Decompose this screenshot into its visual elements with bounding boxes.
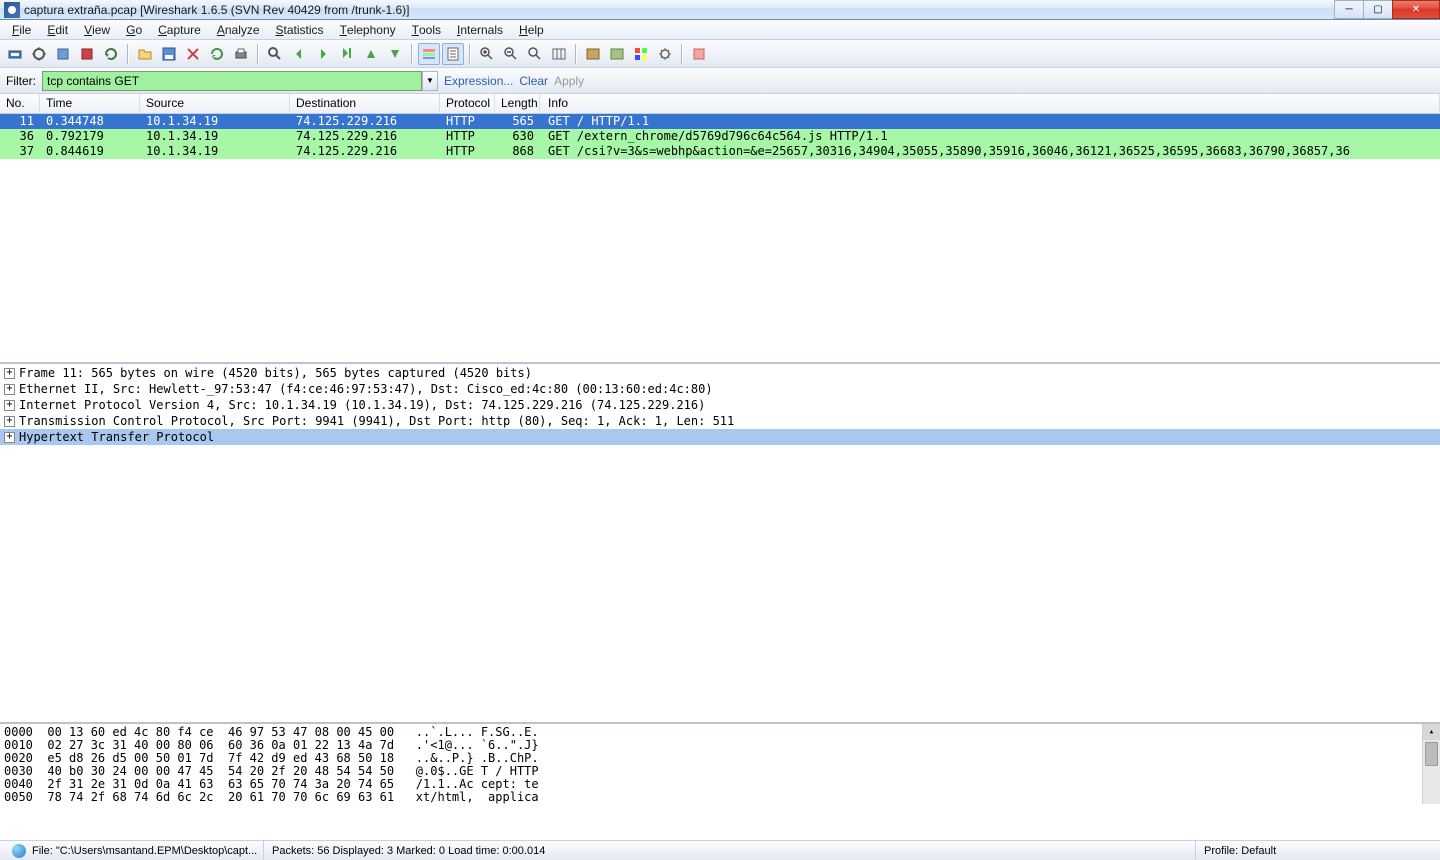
expand-icon[interactable]: + [4, 400, 15, 411]
expand-icon[interactable]: + [4, 416, 15, 427]
go-to-packet-icon[interactable] [336, 43, 358, 65]
colorize-icon[interactable] [418, 43, 440, 65]
start-capture-icon[interactable] [52, 43, 74, 65]
separator [411, 44, 413, 64]
zoom-in-icon[interactable] [476, 43, 498, 65]
help-icon[interactable] [688, 43, 710, 65]
expand-icon[interactable]: + [4, 432, 15, 443]
packet-list-body[interactable]: 110.34474810.1.34.1974.125.229.216HTTP56… [0, 114, 1440, 362]
minimize-button[interactable]: ─ [1334, 0, 1364, 19]
menu-tools[interactable]: Tools [404, 20, 449, 39]
go-back-icon[interactable] [288, 43, 310, 65]
packet-list-header: No. Time Source Destination Protocol Len… [0, 94, 1440, 114]
scrollbar[interactable] [1422, 724, 1440, 804]
protocol-tree-item[interactable]: +Internet Protocol Version 4, Src: 10.1.… [0, 397, 1440, 413]
header-no[interactable]: No. [0, 94, 40, 113]
preferences-icon[interactable] [654, 43, 676, 65]
toolbar [0, 40, 1440, 68]
packet-list-pane: No. Time Source Destination Protocol Len… [0, 94, 1440, 364]
separator [469, 44, 471, 64]
menubar: FileEditViewGoCaptureAnalyzeStatisticsTe… [0, 20, 1440, 40]
menu-view[interactable]: View [76, 20, 118, 39]
protocol-tree-item[interactable]: +Frame 11: 565 bytes on wire (4520 bits)… [0, 365, 1440, 381]
menu-file[interactable]: File [4, 20, 39, 39]
status-file: File: "C:\Users\msantand.EPM\Desktop\cap… [4, 841, 264, 860]
options-icon[interactable] [28, 43, 50, 65]
window-controls: ─ ▢ ✕ [1335, 0, 1440, 19]
expression-link[interactable]: Expression... [444, 74, 513, 88]
status-file-text: File: "C:\Users\msantand.EPM\Desktop\cap… [32, 845, 257, 857]
table-row[interactable]: 360.79217910.1.34.1974.125.229.216HTTP63… [0, 129, 1440, 144]
window-title: captura extraña.pcap [Wireshark 1.6.5 (S… [24, 3, 410, 17]
protocol-tree-item[interactable]: +Hypertext Transfer Protocol [0, 429, 1440, 445]
restart-capture-icon[interactable] [100, 43, 122, 65]
expand-icon[interactable]: + [4, 384, 15, 395]
packet-bytes-pane[interactable]: 0000 00 13 60 ed 4c 80 f4 ce 46 97 53 47… [0, 724, 1440, 804]
header-info[interactable]: Info [540, 94, 1440, 113]
separator [575, 44, 577, 64]
header-time[interactable]: Time [40, 94, 140, 113]
packet-details-pane[interactable]: +Frame 11: 565 bytes on wire (4520 bits)… [0, 364, 1440, 724]
reload-icon[interactable] [206, 43, 228, 65]
zoom-out-icon[interactable] [500, 43, 522, 65]
menu-help[interactable]: Help [511, 20, 552, 39]
go-first-icon[interactable] [360, 43, 382, 65]
menu-edit[interactable]: Edit [39, 20, 76, 39]
header-destination[interactable]: Destination [290, 94, 440, 113]
status-profile[interactable]: Profile: Default [1196, 841, 1436, 860]
separator [681, 44, 683, 64]
resize-columns-icon[interactable] [548, 43, 570, 65]
statusbar: File: "C:\Users\msantand.EPM\Desktop\cap… [0, 840, 1440, 860]
expert-info-icon[interactable] [12, 844, 26, 858]
display-filters-icon[interactable] [606, 43, 628, 65]
interfaces-icon[interactable] [4, 43, 26, 65]
go-forward-icon[interactable] [312, 43, 334, 65]
stop-capture-icon[interactable] [76, 43, 98, 65]
auto-scroll-icon[interactable] [442, 43, 464, 65]
capture-filters-icon[interactable] [582, 43, 604, 65]
clear-link[interactable]: Clear [519, 74, 548, 88]
close-button[interactable]: ✕ [1392, 0, 1440, 19]
menu-statistics[interactable]: Statistics [268, 20, 332, 39]
filter-input[interactable] [42, 71, 422, 91]
table-row[interactable]: 370.84461910.1.34.1974.125.229.216HTTP86… [0, 144, 1440, 159]
app-icon [4, 2, 20, 18]
hex-dump: 0000 00 13 60 ed 4c 80 f4 ce 46 97 53 47… [4, 726, 1436, 804]
maximize-button[interactable]: ▢ [1363, 0, 1393, 19]
separator [257, 44, 259, 64]
menu-telephony[interactable]: Telephony [332, 20, 404, 39]
save-icon[interactable] [158, 43, 180, 65]
menu-capture[interactable]: Capture [150, 20, 209, 39]
apply-link[interactable]: Apply [554, 74, 584, 88]
close-file-icon[interactable] [182, 43, 204, 65]
protocol-tree-item[interactable]: +Transmission Control Protocol, Src Port… [0, 413, 1440, 429]
open-icon[interactable] [134, 43, 156, 65]
status-packets: Packets: 56 Displayed: 3 Marked: 0 Load … [264, 841, 1196, 860]
menu-internals[interactable]: Internals [449, 20, 511, 39]
print-icon[interactable] [230, 43, 252, 65]
filterbar: Filter: ▼ Expression... Clear Apply [0, 68, 1440, 94]
filter-dropdown-icon[interactable]: ▼ [422, 71, 438, 91]
protocol-tree-item[interactable]: +Ethernet II, Src: Hewlett-_97:53:47 (f4… [0, 381, 1440, 397]
expand-icon[interactable]: + [4, 368, 15, 379]
separator [127, 44, 129, 64]
titlebar: captura extraña.pcap [Wireshark 1.6.5 (S… [0, 0, 1440, 20]
filter-label: Filter: [6, 74, 36, 88]
header-source[interactable]: Source [140, 94, 290, 113]
menu-analyze[interactable]: Analyze [209, 20, 268, 39]
header-length[interactable]: Length [495, 94, 540, 113]
coloring-rules-icon[interactable] [630, 43, 652, 65]
menu-go[interactable]: Go [118, 20, 150, 39]
table-row[interactable]: 110.34474810.1.34.1974.125.229.216HTTP56… [0, 114, 1440, 129]
header-protocol[interactable]: Protocol [440, 94, 495, 113]
go-last-icon[interactable] [384, 43, 406, 65]
find-icon[interactable] [264, 43, 286, 65]
zoom-100-icon[interactable] [524, 43, 546, 65]
